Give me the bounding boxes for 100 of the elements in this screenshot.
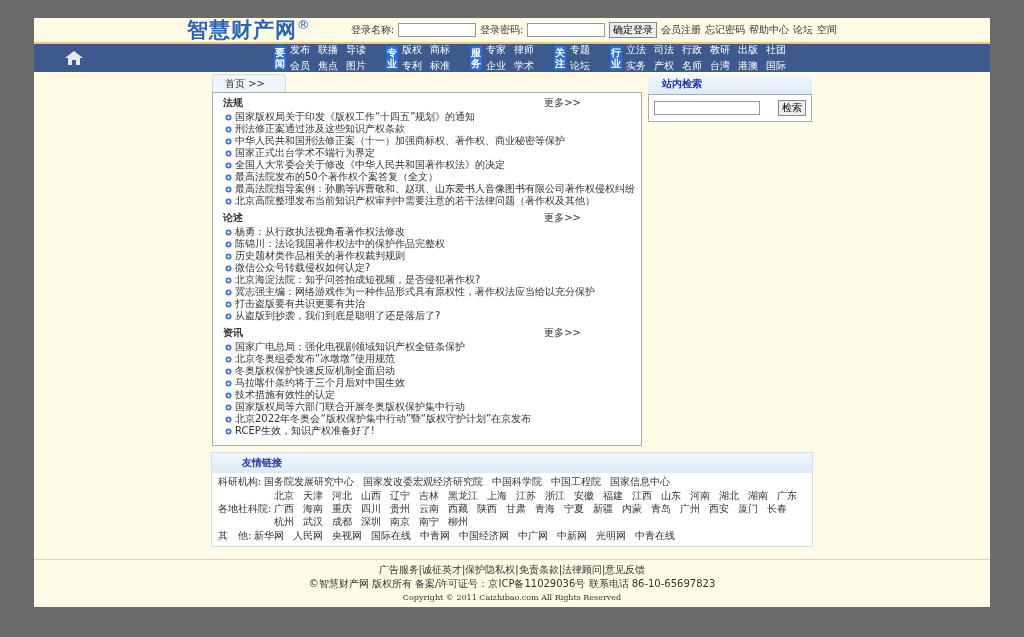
nav-link[interactable]: 论坛 bbox=[570, 59, 590, 73]
news-link[interactable]: 北京2022年冬奥会“版权保护集中行动”暨“版权守护计划”在京发布 bbox=[235, 413, 532, 425]
friend-link[interactable]: 陕西 bbox=[477, 503, 498, 515]
more-link[interactable]: 更多>> bbox=[544, 327, 581, 339]
top-link[interactable]: 会员注册 bbox=[661, 23, 702, 37]
news-link[interactable]: 最高法院发布的50个著作权个案答复（全文） bbox=[235, 171, 438, 183]
top-link[interactable]: 论坛 bbox=[793, 23, 814, 37]
nav-link[interactable]: 产权 bbox=[654, 59, 674, 73]
friend-link[interactable]: 光明网 bbox=[596, 530, 627, 542]
friend-link[interactable]: 宁夏 bbox=[564, 503, 585, 515]
friend-link[interactable]: 吉林 bbox=[419, 490, 440, 502]
nav-link[interactable]: 司法 bbox=[654, 43, 674, 57]
nav-link[interactable]: 会员 bbox=[290, 59, 310, 73]
friend-link[interactable]: 厦门 bbox=[738, 503, 759, 515]
home-icon[interactable] bbox=[64, 50, 84, 66]
friend-link[interactable]: 湖北 bbox=[719, 490, 740, 502]
nav-link[interactable]: 立法 bbox=[626, 43, 646, 57]
friend-link[interactable]: 中新网 bbox=[557, 530, 588, 542]
friend-link[interactable]: 广东 bbox=[777, 490, 798, 502]
friend-link[interactable]: 北京 bbox=[274, 490, 295, 502]
nav-link[interactable]: 社团 bbox=[766, 43, 786, 57]
news-link[interactable]: 国家版权局等六部门联合开展冬奥版权保护集中行动 bbox=[235, 401, 465, 413]
search-button[interactable]: 检索 bbox=[778, 100, 806, 116]
nav-link[interactable]: 商标 bbox=[430, 43, 450, 57]
nav-link[interactable]: 教研 bbox=[710, 43, 730, 57]
friend-link[interactable]: 广州 bbox=[680, 503, 701, 515]
friend-link[interactable]: 杭州 bbox=[274, 516, 295, 528]
top-link[interactable]: 忘记密码 bbox=[705, 23, 746, 37]
friend-link[interactable]: 国家发改委宏观经济研究院 bbox=[363, 476, 484, 488]
friend-link[interactable]: 西藏 bbox=[448, 503, 469, 515]
friend-link[interactable]: 中青在线 bbox=[635, 530, 676, 542]
friend-link[interactable]: 中国工程院 bbox=[551, 476, 602, 488]
friend-link[interactable]: 成都 bbox=[332, 516, 353, 528]
friend-link[interactable]: 黑龙江 bbox=[448, 490, 479, 502]
password-field[interactable] bbox=[527, 23, 606, 37]
friend-link[interactable]: 云南 bbox=[419, 503, 440, 515]
nav-link[interactable]: 律师 bbox=[514, 43, 534, 57]
friend-link[interactable]: 中国科学院 bbox=[492, 476, 543, 488]
nav-link[interactable]: 专题 bbox=[570, 43, 590, 57]
nav-link[interactable]: 专利 bbox=[402, 59, 422, 73]
breadcrumb-tab[interactable]: 首页 >> bbox=[212, 74, 286, 92]
more-link[interactable]: 更多>> bbox=[544, 97, 581, 109]
friend-link[interactable]: 中青网 bbox=[420, 530, 451, 542]
friend-link[interactable]: 山西 bbox=[361, 490, 382, 502]
friend-link[interactable]: 福建 bbox=[603, 490, 624, 502]
friend-link[interactable]: 江苏 bbox=[516, 490, 537, 502]
friend-link[interactable]: 新疆 bbox=[593, 503, 614, 515]
friend-link[interactable]: 安徽 bbox=[574, 490, 595, 502]
friend-link[interactable]: 深圳 bbox=[361, 516, 382, 528]
news-link[interactable]: 国家广电总局：强化电视剧领域知识产权全链条保护 bbox=[235, 341, 465, 353]
friend-link[interactable]: 柳州 bbox=[448, 516, 469, 528]
friend-link[interactable]: 新华网 bbox=[254, 530, 285, 542]
friend-link[interactable]: 天津 bbox=[303, 490, 324, 502]
friend-link[interactable]: 武汉 bbox=[303, 516, 324, 528]
nav-link[interactable]: 版权 bbox=[402, 43, 422, 57]
friend-link[interactable]: 山东 bbox=[661, 490, 682, 502]
friend-link[interactable]: 重庆 bbox=[332, 503, 353, 515]
friend-link[interactable]: 央视网 bbox=[332, 530, 363, 542]
nav-link[interactable]: 港澳 bbox=[738, 59, 758, 73]
news-link[interactable]: 马拉喀什条约将于三个月后对中国生效 bbox=[235, 377, 405, 389]
top-link[interactable]: 帮助中心 bbox=[749, 23, 790, 37]
nav-link[interactable]: 图片 bbox=[346, 59, 366, 73]
friend-link[interactable]: 甘肃 bbox=[506, 503, 527, 515]
nav-link[interactable]: 发布 bbox=[290, 43, 310, 57]
news-link[interactable]: 中华人民共和国刑法修正案（十一）加强商标权、著作权、商业秘密等保护 bbox=[235, 135, 565, 147]
friend-link[interactable]: 河北 bbox=[332, 490, 353, 502]
news-link[interactable]: 冀志强主编：网络游戏作为一种作品形式具有原权性，著作权法应当给以充分保护 bbox=[235, 286, 595, 298]
news-link[interactable]: 陈锦川：法论我国著作权法中的保护作品完整权 bbox=[235, 238, 445, 250]
nav-link[interactable]: 出版 bbox=[738, 43, 758, 57]
friend-link[interactable]: 江西 bbox=[632, 490, 653, 502]
news-link[interactable]: 国家正式出台学术不端行为界定 bbox=[235, 147, 375, 159]
friend-link[interactable]: 四川 bbox=[361, 503, 382, 515]
top-link[interactable]: 空间 bbox=[817, 23, 838, 37]
more-link[interactable]: 更多>> bbox=[544, 212, 581, 224]
friend-link[interactable]: 人民网 bbox=[293, 530, 324, 542]
nav-link[interactable]: 实务 bbox=[626, 59, 646, 73]
news-link[interactable]: RCEP生效，知识产权准备好了! bbox=[235, 425, 375, 437]
search-field[interactable] bbox=[654, 101, 760, 115]
friend-link[interactable]: 湖南 bbox=[748, 490, 769, 502]
friend-link[interactable]: 青岛 bbox=[651, 503, 672, 515]
news-link[interactable]: 北京海淀法院：知乎问答拍成短视频，是否侵犯著作权? bbox=[235, 274, 481, 286]
friend-link[interactable]: 国际在线 bbox=[371, 530, 412, 542]
news-link[interactable]: 北京冬奥组委发布“冰墩墩”使用规范 bbox=[235, 353, 396, 365]
news-link[interactable]: 冬奥版权保护快速反应机制全面启动 bbox=[235, 365, 395, 377]
friend-link[interactable]: 贵州 bbox=[390, 503, 411, 515]
nav-link[interactable]: 国际 bbox=[766, 59, 786, 73]
news-link[interactable]: 国家版权局关于印发《版权工作“十四五”规划》的通知 bbox=[235, 111, 476, 123]
friend-link[interactable]: 长春 bbox=[767, 503, 788, 515]
news-link[interactable]: 北京高院整理发布当前知识产权审判中需要注意的若干法律问题（著作权及其他） bbox=[235, 195, 595, 207]
friend-link[interactable]: 辽宁 bbox=[390, 490, 411, 502]
news-link[interactable]: 微信公众号转载侵权如何认定? bbox=[235, 262, 371, 274]
friend-link[interactable]: 内蒙 bbox=[622, 503, 643, 515]
friend-link[interactable]: 国务院发展研究中心 bbox=[264, 476, 355, 488]
username-field[interactable] bbox=[398, 23, 476, 37]
news-link[interactable]: 技术措施有效性的认定 bbox=[235, 389, 335, 401]
news-link[interactable]: 最高法院指导案例：孙鹏等诉曹敬和、赵琪、山东爱书人音像图书有限公司著作权侵权纠纷 bbox=[235, 183, 635, 195]
news-link[interactable]: 杨勇：从行政执法视角看著作权法修改 bbox=[235, 226, 405, 238]
friend-link[interactable]: 广西 bbox=[274, 503, 295, 515]
friend-link[interactable]: 南京 bbox=[390, 516, 411, 528]
news-link[interactable]: 刑法修正案通过涉及这些知识产权条款 bbox=[235, 123, 405, 135]
